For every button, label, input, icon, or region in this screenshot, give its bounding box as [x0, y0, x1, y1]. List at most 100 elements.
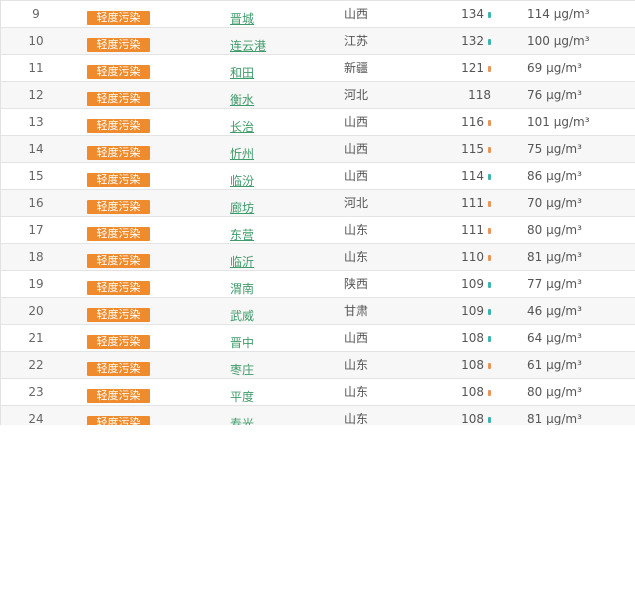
pollution-level-cell: 轻度污染 [87, 109, 150, 135]
pollution-level-badge: 轻度污染 [87, 335, 150, 349]
pm25-cell: 80 μg/m³ [527, 385, 582, 399]
city-link[interactable]: 东营 [230, 227, 254, 243]
province-cell: 山东 [344, 412, 369, 425]
pm25-cell: 86 μg/m³ [527, 169, 582, 183]
rank-cell: 14 [28, 142, 44, 156]
aqi-cell: 111 [421, 190, 491, 216]
aqi-value: 111 [461, 196, 484, 210]
aqi-cell: 109 [421, 271, 491, 297]
province-cell: 山东 [344, 223, 369, 237]
city-cell[interactable]: 和田 [230, 55, 254, 81]
city-link[interactable]: 临沂 [230, 254, 254, 270]
pollution-level-badge: 轻度污染 [87, 281, 150, 295]
aqi-cell: 108 [421, 352, 491, 378]
city-cell[interactable]: 渭南 [230, 271, 254, 297]
city-cell[interactable]: 晋中 [230, 325, 254, 351]
trend-up-icon [488, 65, 491, 72]
aqi-cell: 111 [421, 217, 491, 243]
city-link[interactable]: 渭南 [230, 281, 254, 297]
pollution-level-badge: 轻度污染 [87, 92, 150, 106]
aqi-value: 110 [461, 250, 484, 264]
pm25-cell: 61 μg/m³ [527, 358, 582, 372]
trend-up-icon [488, 254, 491, 261]
table-row: 10 轻度污染 连云港 江苏 132 100 μg/m³ [1, 27, 635, 54]
trend-down-icon [488, 173, 491, 180]
city-link[interactable]: 和田 [230, 65, 254, 81]
table-row: 11 轻度污染 和田 新疆 121 69 μg/m³ [1, 54, 635, 81]
city-link[interactable]: 临汾 [230, 173, 254, 189]
aqi-value: 132 [461, 34, 484, 48]
table-row: 24 轻度污染 寿光 山东 108 81 μg/m³ [1, 405, 635, 425]
rank-cell: 23 [28, 385, 44, 399]
province-cell: 山东 [344, 250, 369, 264]
city-cell[interactable]: 晋城 [230, 1, 254, 27]
city-cell[interactable]: 东营 [230, 217, 254, 243]
city-link[interactable]: 长治 [230, 119, 254, 135]
city-cell[interactable]: 廊坊 [230, 190, 254, 216]
province-cell: 山西 [344, 115, 369, 129]
city-link[interactable]: 廊坊 [230, 200, 254, 216]
pollution-level-cell: 轻度污染 [87, 82, 150, 108]
aqi-value: 109 [461, 277, 484, 291]
city-cell[interactable]: 枣庄 [230, 352, 254, 378]
rank-cell: 18 [28, 250, 44, 264]
aqi-value: 134 [461, 7, 484, 21]
aqi-value: 121 [461, 61, 484, 75]
rank-cell: 13 [28, 115, 44, 129]
city-cell[interactable]: 长治 [230, 109, 254, 135]
aqi-value: 108 [461, 358, 484, 372]
province-cell: 新疆 [344, 61, 369, 75]
aqi-value: 109 [461, 304, 484, 318]
aqi-ranking-table: 9 轻度污染 晋城 山西 134 114 μg/m³ 10 轻度污染 连云港 江苏 132 100 μ… [0, 0, 635, 425]
rank-cell: 12 [28, 88, 44, 102]
province-cell: 陕西 [344, 277, 369, 291]
pollution-level-badge: 轻度污染 [87, 200, 150, 214]
table-row: 21 轻度污染 晋中 山西 108 64 μg/m³ [1, 324, 635, 351]
city-link[interactable]: 晋中 [230, 335, 254, 351]
city-cell[interactable]: 衡水 [230, 82, 254, 108]
pm25-cell: 100 μg/m³ [527, 34, 590, 48]
city-cell[interactable]: 武威 [230, 298, 254, 324]
trend-up-icon [488, 146, 491, 153]
city-cell[interactable]: 寿光 [230, 406, 254, 425]
city-link[interactable]: 寿光 [230, 416, 254, 425]
province-cell: 江苏 [344, 34, 369, 48]
pollution-level-cell: 轻度污染 [87, 325, 150, 351]
city-link[interactable]: 忻州 [230, 146, 254, 162]
rank-cell: 10 [28, 34, 44, 48]
rank-cell: 24 [28, 412, 44, 425]
trend-down-icon [488, 281, 491, 288]
city-link[interactable]: 衡水 [230, 92, 254, 108]
rank-cell: 22 [28, 358, 44, 372]
city-cell[interactable]: 平度 [230, 379, 254, 405]
pollution-level-cell: 轻度污染 [87, 406, 150, 425]
city-cell[interactable]: 临沂 [230, 244, 254, 270]
city-link[interactable]: 枣庄 [230, 362, 254, 378]
pollution-level-badge: 轻度污染 [87, 119, 150, 133]
table-body: 9 轻度污染 晋城 山西 134 114 μg/m³ 10 轻度污染 连云港 江苏 132 100 μ… [1, 0, 635, 425]
city-link[interactable]: 武威 [230, 308, 254, 324]
aqi-cell: 121 [421, 55, 491, 81]
aqi-value: 108 [461, 412, 484, 425]
table-row: 16 轻度污染 廊坊 河北 111 70 μg/m³ [1, 189, 635, 216]
province-cell: 山西 [344, 142, 369, 156]
pollution-level-badge: 轻度污染 [87, 38, 150, 52]
pollution-level-cell: 轻度污染 [87, 352, 150, 378]
city-link[interactable]: 晋城 [230, 11, 254, 27]
city-link[interactable]: 连云港 [230, 38, 266, 54]
aqi-cell: 108 [421, 379, 491, 405]
city-cell[interactable]: 忻州 [230, 136, 254, 162]
aqi-cell: 108 [421, 406, 491, 425]
table-row: 20 轻度污染 武威 甘肃 109 46 μg/m³ [1, 297, 635, 324]
pollution-level-badge: 轻度污染 [87, 416, 150, 425]
pm25-cell: 101 μg/m³ [527, 115, 590, 129]
city-link[interactable]: 平度 [230, 389, 254, 405]
province-cell: 山西 [344, 331, 369, 345]
rank-cell: 16 [28, 196, 44, 210]
city-cell[interactable]: 连云港 [230, 28, 266, 54]
rank-cell: 19 [28, 277, 44, 291]
aqi-cell: 118 [421, 82, 491, 108]
pollution-level-cell: 轻度污染 [87, 28, 150, 54]
pollution-level-cell: 轻度污染 [87, 379, 150, 405]
city-cell[interactable]: 临汾 [230, 163, 254, 189]
